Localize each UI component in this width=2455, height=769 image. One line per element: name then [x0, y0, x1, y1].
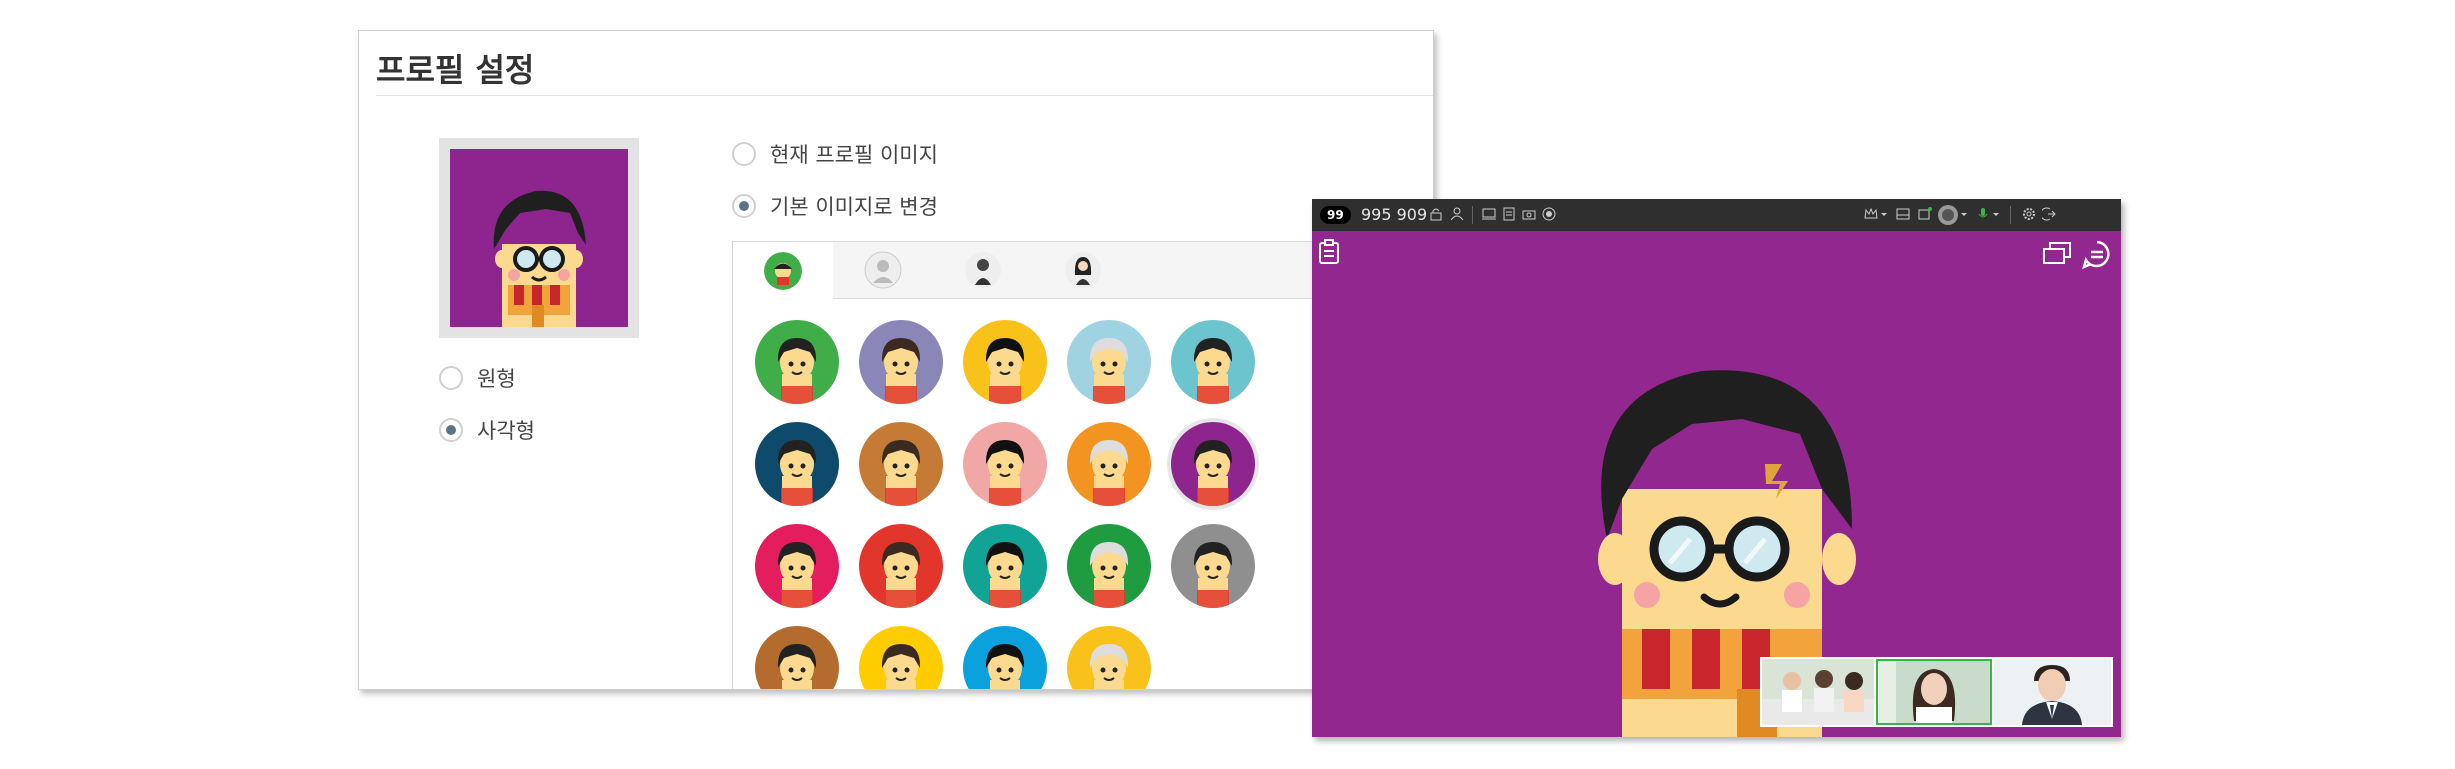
shape-option-circle[interactable]: 원형 — [439, 363, 516, 393]
avatar-option-sunglasses[interactable] — [1171, 320, 1255, 404]
tab-illustrated-man[interactable] — [933, 242, 1033, 298]
shape-option-square[interactable]: 사각형 — [439, 415, 535, 445]
avatar-option-dog[interactable] — [859, 422, 943, 506]
avatar-option-bald-man[interactable] — [1171, 524, 1255, 608]
participant-count-badge: 99 — [1320, 206, 1351, 224]
man-photo-image — [1994, 659, 2111, 725]
radio-label: 원형 — [477, 367, 516, 391]
avatar-option-mustache[interactable] — [1067, 524, 1151, 608]
participant-thumbnails — [1760, 657, 2113, 727]
avatar-option-egg[interactable] — [1067, 626, 1151, 689]
document-icon[interactable] — [1502, 207, 1516, 221]
tab-illustrated-woman[interactable] — [1033, 242, 1133, 298]
avatar-option-monster[interactable] — [755, 422, 839, 506]
avatar-option-glasses-boy[interactable] — [1171, 422, 1255, 506]
chat-icon[interactable] — [2082, 239, 2112, 269]
image-option-current[interactable]: 현재 프로필 이미지 — [732, 139, 938, 169]
exit-icon[interactable] — [2042, 207, 2056, 221]
page-title: 프로필 설정 — [376, 51, 535, 89]
gear-icon[interactable] — [2022, 207, 2036, 221]
title-divider — [376, 95, 1433, 96]
layout-icon[interactable] — [1896, 207, 1910, 221]
avatar-preview — [439, 138, 639, 338]
participant-video-thumbnail[interactable] — [1994, 659, 2111, 725]
toolbar-divider — [2010, 206, 2011, 224]
avatar-option-girl[interactable] — [963, 422, 1047, 506]
avatar-option-tie-man[interactable] — [963, 524, 1047, 608]
illustrated-man-tab-icon — [965, 252, 1001, 288]
image-option-default[interactable]: 기본 이미지로 변경 — [732, 191, 938, 221]
tab-character-avatars[interactable] — [733, 242, 833, 299]
avatar-option-grandma[interactable] — [1067, 320, 1151, 404]
avatar[interactable] — [1938, 205, 1958, 225]
avatar-option-topknot[interactable] — [963, 626, 1047, 689]
lock-icon[interactable] — [1429, 207, 1443, 221]
avatar-option-character-2[interactable] — [859, 320, 943, 404]
room-id: 995 909 — [1361, 205, 1428, 224]
clipboard-icon[interactable] — [1318, 239, 1340, 265]
illustrated-woman-tab-icon — [1065, 252, 1101, 288]
group-photo-image — [1762, 659, 1874, 725]
screen-share-icon[interactable] — [1482, 207, 1496, 221]
tab-gray-avatar[interactable] — [833, 242, 933, 298]
meeting-window: 99 995 909 — [1312, 199, 2121, 737]
gray-person-tab-icon — [864, 251, 902, 289]
radio-current-image[interactable] — [732, 142, 756, 166]
glasses-boy-avatar-image — [493, 190, 586, 327]
toolbar-divider — [1472, 206, 1473, 224]
chevron-down-icon[interactable] — [1960, 207, 1968, 221]
microphone-icon[interactable] — [1976, 207, 1990, 221]
radio-default-image[interactable] — [732, 194, 756, 218]
radio-square[interactable] — [439, 418, 463, 442]
crown-icon[interactable] — [1864, 207, 1878, 221]
record-icon[interactable] — [1542, 207, 1556, 221]
profile-settings-panel: 프로필 설정 원형 사각형 현재 프로필 이미지 기본 이미지로 변경 — [358, 30, 1434, 690]
participant-video-thumbnail-active[interactable] — [1876, 659, 1992, 725]
avatar-option-character-1[interactable] — [755, 320, 839, 404]
avatar-option-bun-hair[interactable] — [859, 626, 943, 689]
avatar-option-cap[interactable] — [859, 524, 943, 608]
chevron-down-icon[interactable] — [1880, 207, 1888, 221]
woman-photo-image — [1878, 661, 1990, 723]
radio-label: 기본 이미지로 변경 — [770, 195, 938, 219]
chevron-down-icon[interactable] — [1992, 207, 2000, 221]
radio-circle[interactable] — [439, 366, 463, 390]
users-icon[interactable] — [1450, 207, 1464, 221]
camera-icon[interactable] — [1522, 207, 1536, 221]
avatar-option-bangs[interactable] — [755, 524, 839, 608]
character-tab-icon — [764, 251, 802, 290]
avatar-option-cat[interactable] — [963, 320, 1047, 404]
radio-label: 사각형 — [477, 419, 535, 443]
meeting-toolbar: 99 995 909 — [1312, 199, 2121, 231]
participant-video-thumbnail[interactable] — [1762, 659, 1874, 725]
avatar-option-green-hat[interactable] — [755, 626, 839, 689]
windows-icon[interactable] — [2042, 241, 2072, 267]
chat-status-icon[interactable] — [1918, 207, 1932, 221]
avatar-option-blue-hair[interactable] — [1067, 422, 1151, 506]
radio-label: 현재 프로필 이미지 — [770, 143, 938, 167]
